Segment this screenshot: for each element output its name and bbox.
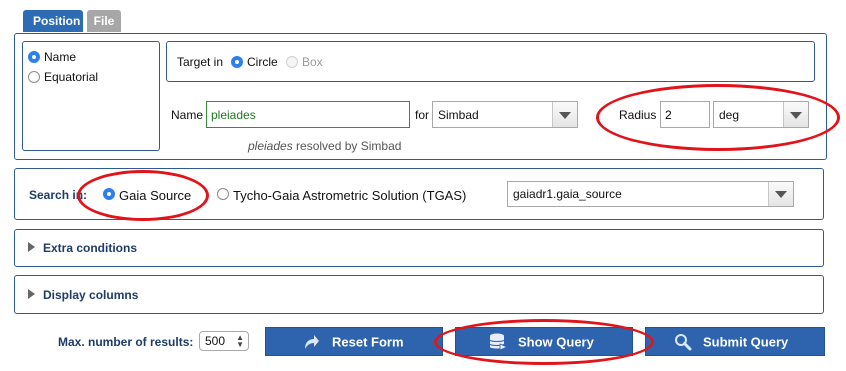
magnifier-icon — [675, 334, 692, 351]
resolver-select[interactable]: Simbad — [432, 101, 578, 128]
reset-form-label: Reset Form — [332, 334, 404, 349]
coord-system-box — [22, 41, 160, 151]
name-radio-label: Name — [44, 50, 77, 64]
resolved-name: pleiades — [248, 139, 293, 153]
name-radio[interactable] — [28, 51, 40, 63]
gaia-source-radio[interactable] — [103, 188, 115, 200]
target-name-input[interactable] — [206, 101, 410, 128]
show-query-label: Show Query — [518, 334, 594, 349]
circle-radio-label: Circle — [247, 55, 278, 69]
display-columns-label[interactable]: Display columns — [43, 288, 138, 302]
equatorial-radio-label: Equatorial — [44, 70, 99, 84]
gaia-source-label: Gaia Source — [119, 188, 192, 203]
resolved-suffix: resolved by Simbad — [292, 139, 402, 153]
chevron-down-icon — [552, 102, 577, 127]
resolved-status: pleiades resolved by Simbad — [248, 139, 401, 153]
tgas-label: Tycho-Gaia Astrometric Solution (TGAS) — [233, 188, 467, 203]
reset-arrow-icon — [305, 335, 319, 349]
radius-unit-select[interactable]: deg — [713, 101, 809, 128]
name-field-label: Name — [171, 108, 204, 122]
resolver-select-value: Simbad — [438, 107, 479, 122]
max-results-label: Max. number of results: — [58, 335, 194, 349]
max-results-stepper[interactable]: 500 ▲ ▼ — [199, 331, 249, 351]
box-radio[interactable] — [286, 56, 298, 68]
target-in-label: Target in — [177, 55, 224, 69]
database-icon — [489, 333, 508, 351]
table-select-value: gaiadr1.gaia_source — [513, 187, 622, 201]
expand-triangle-icon — [28, 242, 35, 252]
extra-conditions-label[interactable]: Extra conditions — [43, 241, 137, 255]
for-label: for — [415, 108, 430, 122]
tab-file[interactable]: File — [87, 10, 121, 32]
box-radio-label: Box — [302, 55, 323, 69]
stepper-arrows-icon: ▲ ▼ — [236, 333, 244, 349]
search-in-label: Search in: — [29, 188, 88, 202]
radius-unit-value: deg — [719, 107, 740, 122]
table-select[interactable]: gaiadr1.gaia_source — [507, 181, 794, 207]
radius-input[interactable] — [660, 101, 710, 128]
chevron-down-icon — [783, 102, 808, 127]
radius-label: Radius — [619, 108, 657, 122]
submit-query-button[interactable]: Submit Query — [645, 327, 825, 356]
reset-form-button[interactable]: Reset Form — [265, 327, 443, 356]
expand-triangle-icon — [28, 289, 35, 299]
tgas-radio[interactable] — [217, 188, 229, 200]
tab-position[interactable]: Position — [23, 10, 83, 32]
max-results-value: 500 — [205, 334, 226, 348]
show-query-button[interactable]: Show Query — [455, 327, 633, 356]
chevron-down-icon — [768, 182, 793, 206]
submit-query-label: Submit Query — [703, 334, 789, 349]
equatorial-radio[interactable] — [28, 71, 40, 83]
circle-radio[interactable] — [231, 56, 243, 68]
